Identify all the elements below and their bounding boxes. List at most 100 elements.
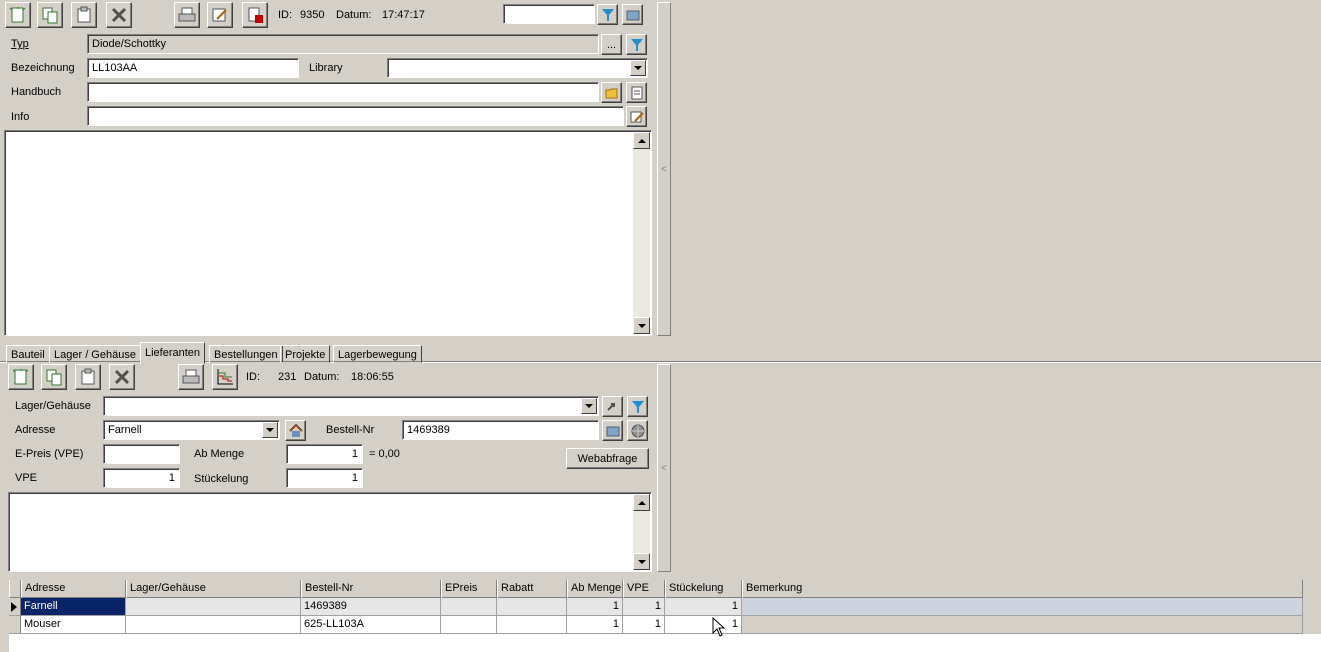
typ-filter-button[interactable]	[626, 34, 647, 55]
cell-abmenge[interactable]: 1	[567, 598, 623, 616]
lager-goto-button[interactable]	[602, 396, 623, 417]
lager-gehaeuse-select[interactable]	[103, 396, 599, 416]
scroll-up-arrow[interactable]	[633, 132, 650, 149]
delete-record-button[interactable]	[106, 2, 132, 28]
webabfrage-button[interactable]: Webabfrage	[566, 448, 649, 469]
top-splitter-handle[interactable]: <	[657, 2, 671, 336]
adresse-open-button[interactable]	[285, 420, 306, 441]
table-row[interactable]: Farnell 1469389 1 1 1	[9, 598, 1303, 616]
cell-abmenge[interactable]: 1	[567, 616, 623, 634]
column-header-rabatt[interactable]: Rabatt	[497, 580, 567, 598]
epreis-field[interactable]	[103, 444, 180, 464]
copy-supplier-button[interactable]	[41, 364, 67, 390]
bezeichnung-field[interactable]: LL103AA	[87, 58, 299, 78]
edit-pencil-icon	[630, 111, 644, 122]
cell-rabatt[interactable]	[497, 616, 567, 634]
adresse-select[interactable]: Farnell	[103, 420, 280, 440]
splitter-arrow-icon: <	[661, 462, 667, 474]
info-edit-button[interactable]	[626, 106, 647, 127]
cell-stueckelung[interactable]: 1	[665, 616, 742, 634]
new-supplier-button[interactable]	[8, 364, 34, 390]
tab-projekte[interactable]: Projekte	[280, 345, 331, 363]
cell-adresse[interactable]: Farnell	[21, 598, 126, 616]
web-globe-button[interactable]	[627, 420, 648, 441]
delete-supplier-button[interactable]	[109, 364, 135, 390]
top-memo-area[interactable]	[4, 130, 652, 336]
library-dropdown-arrow[interactable]	[630, 60, 646, 76]
column-header-lager[interactable]: Lager/Gehäuse	[126, 580, 301, 598]
edit-button[interactable]	[207, 2, 233, 28]
tab-bauteil[interactable]: Bauteil	[6, 345, 50, 363]
tab-lagerbewegung[interactable]: Lagerbewegung	[333, 345, 422, 363]
scroll-down-arrow[interactable]	[633, 317, 650, 334]
cell-vpe[interactable]: 1	[623, 598, 665, 616]
column-header-adresse[interactable]: Adresse	[21, 580, 126, 598]
save-button[interactable]	[242, 2, 268, 28]
tab-bestellungen[interactable]: Bestellungen	[209, 345, 283, 363]
cell-epreis[interactable]	[441, 598, 497, 616]
paste-supplier-button[interactable]	[75, 364, 101, 390]
quick-filter-input[interactable]	[503, 4, 595, 24]
column-header-bemerkung[interactable]: Bemerkung	[742, 580, 1303, 598]
table-row[interactable]: Mouser 625-LL103A 1 1 1	[9, 616, 1303, 634]
tab-lieferanten[interactable]: Lieferanten	[140, 342, 206, 364]
top-memo-scrollbar[interactable]	[633, 132, 650, 334]
cell-bemerkung[interactable]	[742, 616, 1303, 634]
cell-vpe[interactable]: 1	[623, 616, 665, 634]
house-icon	[288, 423, 303, 437]
scroll-down-arrow[interactable]	[633, 553, 650, 570]
current-row-arrow-icon	[11, 602, 17, 612]
adresse-dropdown-arrow[interactable]	[262, 422, 278, 438]
handbuch-view-button[interactable]	[626, 82, 647, 103]
filter-button[interactable]	[597, 4, 618, 25]
paste-record-button[interactable]	[71, 2, 97, 28]
column-header-abmenge[interactable]: Ab Menge	[567, 580, 623, 598]
copy-icon	[46, 369, 62, 386]
abmenge-field[interactable]: 1	[286, 444, 363, 464]
lager-filter-button[interactable]	[627, 396, 648, 417]
bestellnr-search-button[interactable]	[602, 420, 623, 441]
handbuch-open-folder-button[interactable]	[601, 82, 622, 103]
lager-dropdown-arrow[interactable]	[581, 398, 597, 414]
cell-rabatt[interactable]	[497, 598, 567, 616]
splitter-arrow-icon: <	[661, 163, 667, 175]
stueckelung-field[interactable]: 1	[286, 468, 363, 488]
column-header-stueckelung[interactable]: Stückelung	[665, 580, 742, 598]
stueckelung-label: Stückelung	[194, 473, 249, 485]
supplier-id-value: 231	[278, 371, 297, 383]
info-field[interactable]	[87, 106, 624, 126]
vpe-field[interactable]: 1	[103, 468, 180, 488]
price-chart-button[interactable]	[212, 364, 238, 390]
grid-empty-area	[9, 634, 1321, 652]
cell-lager[interactable]	[126, 616, 301, 634]
column-header-epreis[interactable]: EPreis	[441, 580, 497, 598]
library-select[interactable]	[387, 58, 648, 78]
tab-lager-gehaeuse[interactable]: Lager / Gehäuse	[49, 345, 141, 363]
printer-icon	[178, 7, 196, 22]
bottom-memo-scrollbar[interactable]	[633, 494, 650, 570]
cell-epreis[interactable]	[441, 616, 497, 634]
scroll-up-arrow[interactable]	[633, 494, 650, 511]
new-icon	[12, 369, 29, 385]
cell-bestellnr[interactable]: 625-LL103A	[301, 616, 441, 634]
new-record-button[interactable]	[5, 2, 31, 28]
column-header-vpe[interactable]: VPE	[623, 580, 665, 598]
typ-browse-button[interactable]: ...	[601, 34, 622, 55]
cell-lager[interactable]	[126, 598, 301, 616]
handbuch-field[interactable]	[87, 82, 599, 102]
cell-bestellnr[interactable]: 1469389	[301, 598, 441, 616]
typ-field[interactable]: Diode/Schottky	[87, 34, 599, 54]
column-header-bestellnr[interactable]: Bestell-Nr	[301, 580, 441, 598]
cell-bemerkung[interactable]	[742, 598, 1303, 616]
row-indicator-header	[9, 580, 21, 598]
cell-stueckelung[interactable]: 1	[665, 598, 742, 616]
copy-record-button[interactable]	[37, 2, 63, 28]
search-db-button[interactable]	[622, 4, 643, 25]
cell-adresse[interactable]: Mouser	[21, 616, 126, 634]
print-button[interactable]	[174, 2, 200, 28]
record-id-label: ID:	[278, 9, 293, 21]
bottom-splitter-handle[interactable]: <	[657, 364, 671, 572]
bottom-memo-area[interactable]	[8, 492, 652, 572]
print-supplier-button[interactable]	[178, 364, 204, 390]
bestellnr-field[interactable]: 1469389	[402, 420, 599, 440]
